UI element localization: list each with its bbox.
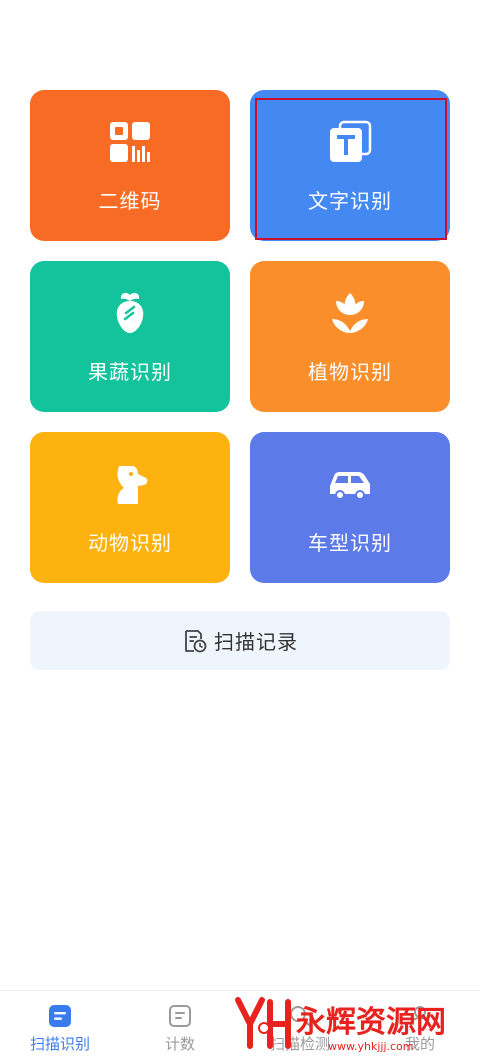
car-icon [326, 460, 374, 508]
tile-label: 植物识别 [308, 360, 392, 384]
count-icon [167, 1003, 193, 1029]
dog-icon [106, 460, 154, 508]
tab-scan-recognition[interactable]: 扫描识别 [0, 991, 120, 1056]
watermark-url: www.yhkjjj.com [328, 1040, 414, 1053]
scan-icon [47, 1003, 73, 1029]
tile-label: 车型识别 [308, 531, 392, 555]
tile-plant-recognition[interactable]: 植物识别 [250, 261, 450, 412]
tile-text-recognition[interactable]: 文字识别 [250, 90, 450, 241]
tile-label: 动物识别 [88, 531, 172, 555]
carrot-icon [106, 289, 154, 337]
tab-label: 扫描识别 [29, 1035, 90, 1053]
tile-label: 文字识别 [308, 189, 392, 213]
tile-produce-recognition[interactable]: 果蔬识别 [30, 261, 230, 412]
watermark-text: 永辉资源网 [296, 1005, 446, 1040]
scan-records-label: 扫描记录 [214, 630, 298, 654]
record-document-icon [182, 628, 208, 654]
tile-qr-code[interactable]: 二维码 [30, 90, 230, 241]
flower-icon [326, 289, 374, 337]
scan-records-button[interactable]: 扫描记录 [30, 611, 450, 670]
tile-car-recognition[interactable]: 车型识别 [250, 432, 450, 583]
tile-label: 二维码 [98, 189, 162, 213]
tile-label: 果蔬识别 [88, 360, 172, 384]
qr-code-icon [106, 118, 154, 166]
tab-label: 计数 [164, 1035, 195, 1053]
text-t-icon [326, 118, 374, 166]
app-screen: 二维码 文字识别 果蔬识别 植物识别 动物识别 车型识别 扫描记录 扫描识别 计… [0, 0, 480, 1056]
tile-animal-recognition[interactable]: 动物识别 [30, 432, 230, 583]
watermark-logo: 永辉资源网 www.yhkjjj.com [228, 994, 478, 1054]
tab-count[interactable]: 计数 [120, 991, 240, 1056]
